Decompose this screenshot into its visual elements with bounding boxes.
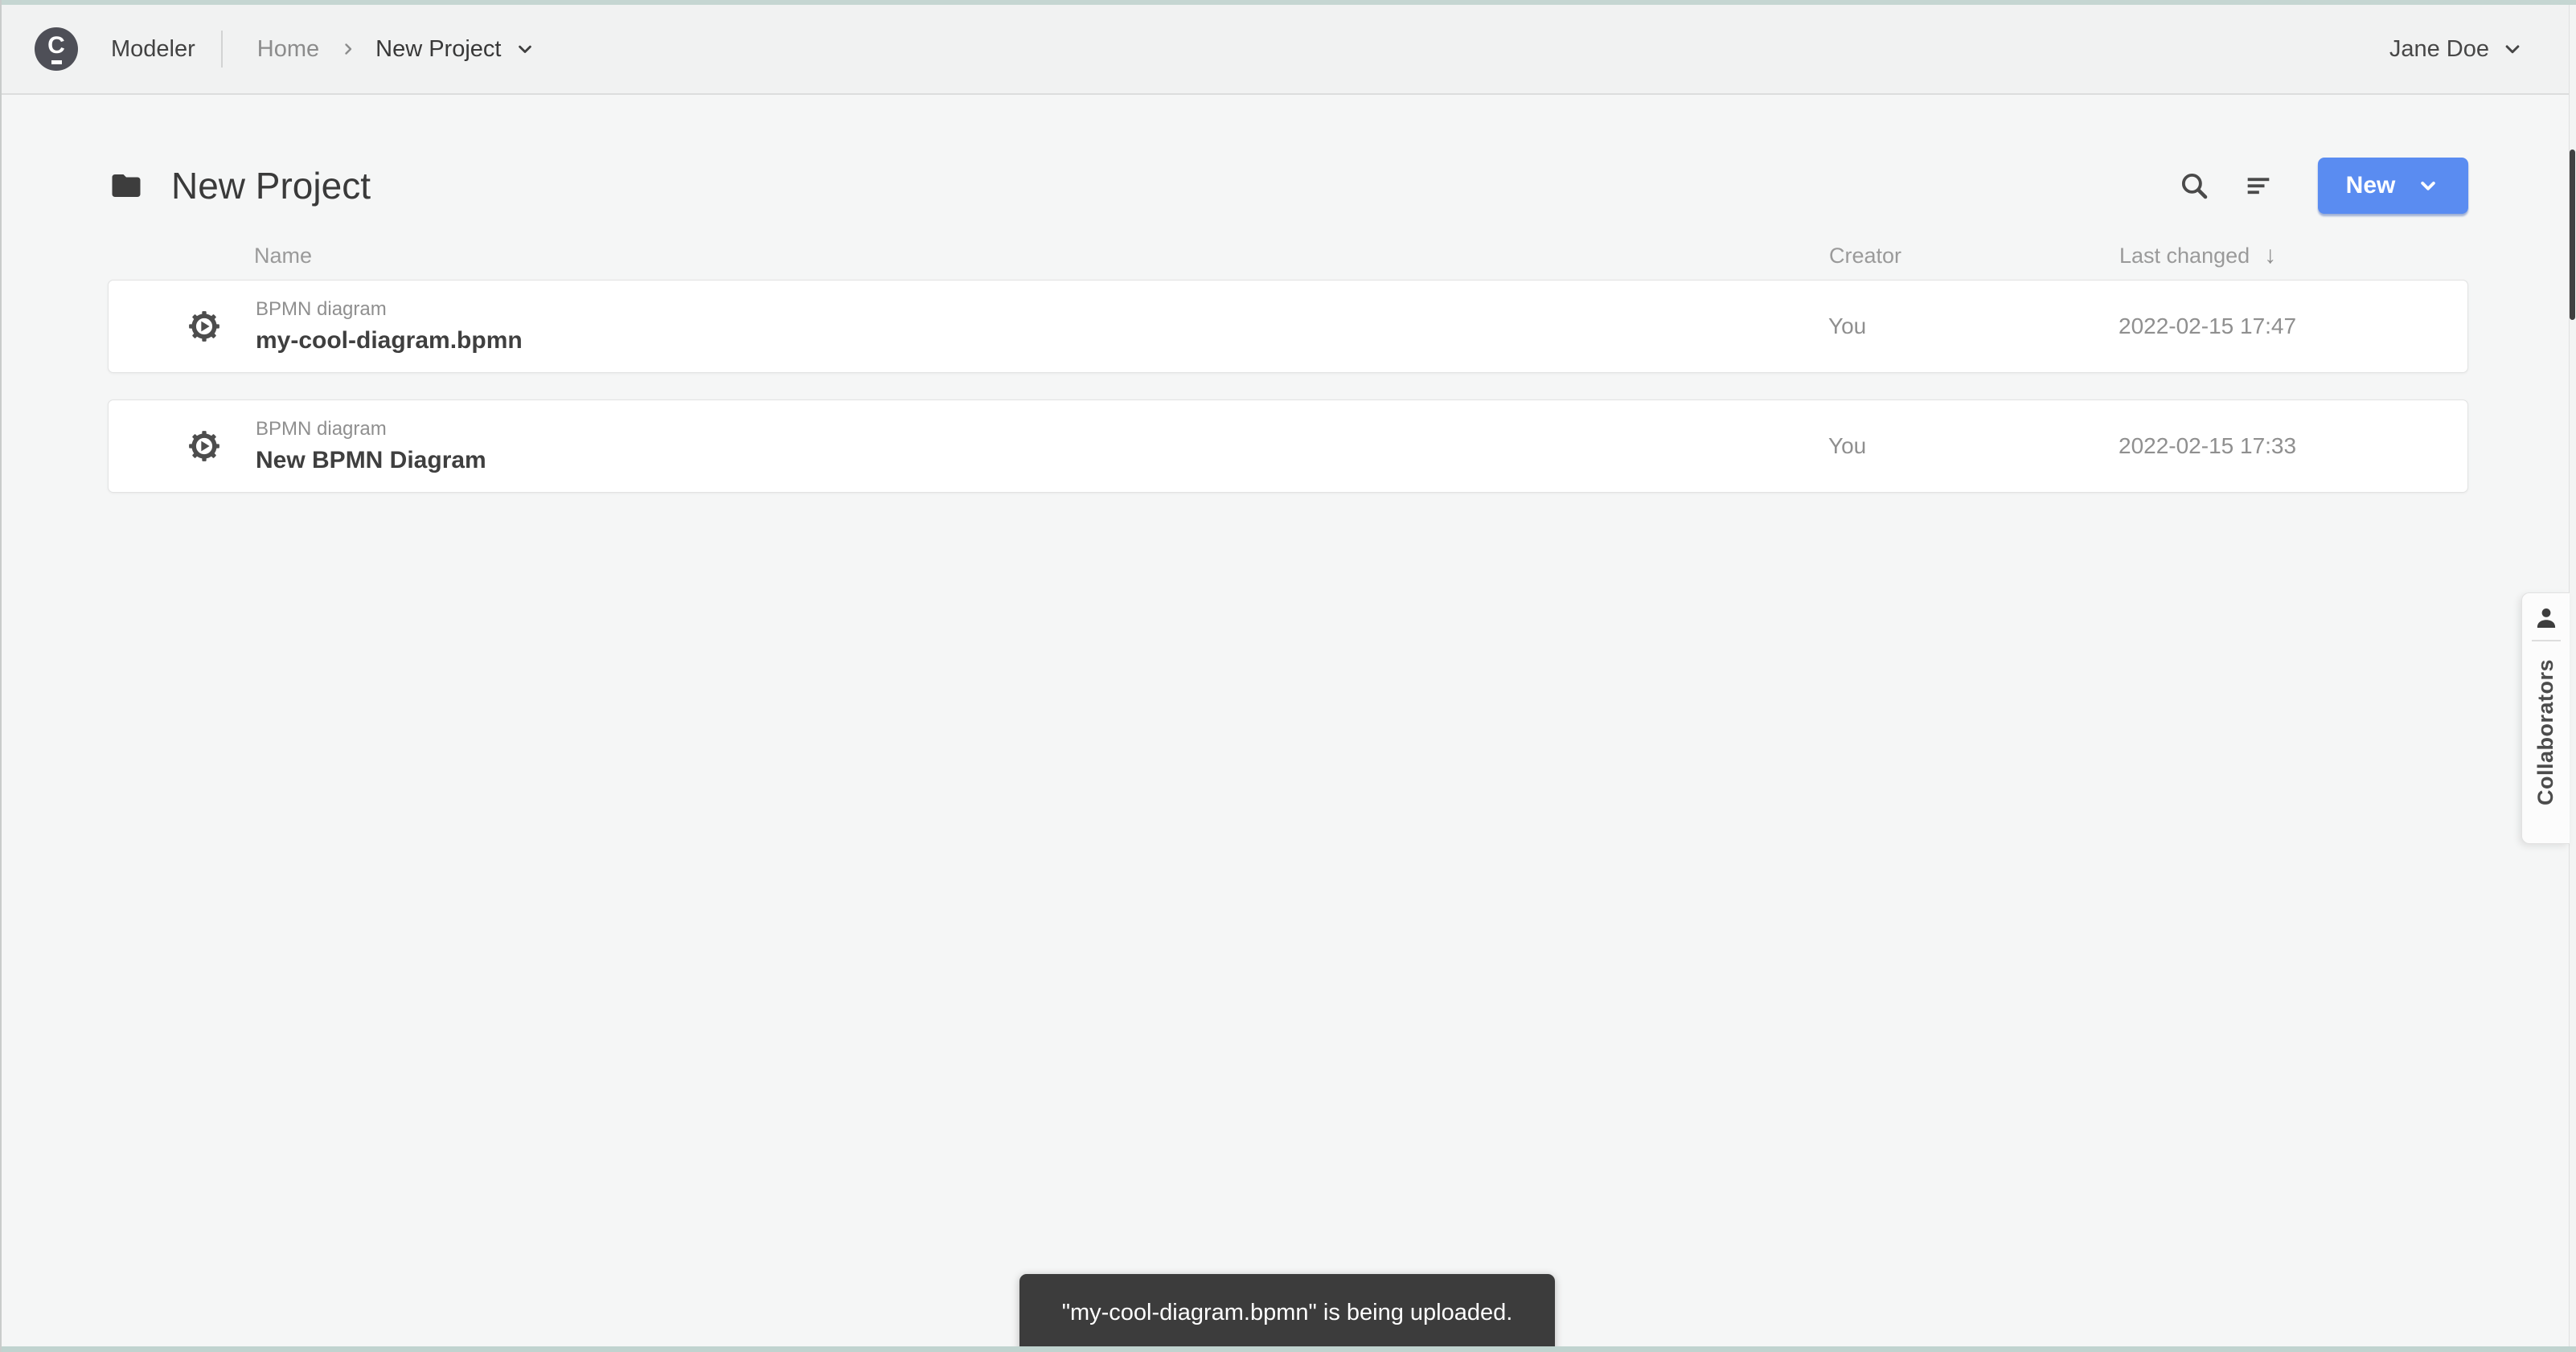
file-type-label: BPMN diagram — [256, 298, 387, 320]
last-changed-cell: 2022-02-15 17:33 — [2119, 433, 2297, 458]
collaborators-tab-divider — [2531, 640, 2561, 641]
column-header-name[interactable]: Name — [108, 244, 1829, 268]
logo-letter: C — [47, 32, 65, 59]
chevron-down-icon — [514, 38, 536, 60]
table-row[interactable]: BPMN diagram my-cool-diagram.bpmn You 20… — [108, 280, 2468, 373]
chevron-down-icon — [2500, 37, 2525, 61]
sort-descending-arrow-icon: ↓ — [2264, 242, 2277, 268]
new-button-label: New — [2345, 172, 2396, 199]
breadcrumb: Home New Project — [223, 36, 537, 63]
creator-cell: You — [1828, 313, 1867, 338]
breadcrumb-current-project[interactable]: New Project — [375, 36, 536, 63]
window-bottom-strip — [0, 1346, 2576, 1352]
app-name: Modeler — [111, 35, 195, 62]
file-name: my-cool-diagram.bpmn — [256, 327, 523, 354]
logo-underscore-bar — [51, 60, 62, 64]
scrollbar-track[interactable] — [2569, 5, 2576, 1346]
top-navigation-bar: C Modeler Home New Project Jane Doe — [0, 5, 2576, 95]
user-name: Jane Doe — [2389, 35, 2489, 62]
bpmn-diagram-icon — [187, 428, 222, 464]
file-list-header: Name Creator Last changed ↓ — [108, 231, 2468, 280]
header-actions: New — [2175, 158, 2468, 214]
upload-toast-message: "my-cool-diagram.bpmn" is being uploaded… — [1061, 1300, 1513, 1325]
camunda-logo-icon[interactable]: C — [35, 27, 78, 71]
table-row[interactable]: BPMN diagram New BPMN Diagram You 2022-0… — [108, 399, 2468, 493]
column-header-last-changed-label: Last changed — [2119, 243, 2250, 268]
collaborators-tab[interactable]: Collaborators — [2521, 592, 2570, 844]
column-header-last-changed[interactable]: Last changed ↓ — [2119, 242, 2468, 269]
collaborators-tab-label: Collaborators — [2533, 659, 2558, 806]
page-header: New Project New — [108, 158, 2468, 214]
chevron-down-icon — [2416, 174, 2440, 198]
scrollbar-thumb[interactable] — [2570, 150, 2575, 320]
person-icon — [2532, 604, 2561, 633]
chevron-right-icon — [338, 39, 358, 59]
file-type-label: BPMN diagram — [256, 418, 387, 440]
bpmn-diagram-icon — [187, 309, 222, 344]
file-name-cell: BPMN diagram my-cool-diagram.bpmn — [256, 300, 1828, 353]
page-title: New Project — [171, 165, 371, 207]
creator-cell: You — [1828, 433, 1867, 458]
project-view: New Project New Name Creator Last change… — [108, 95, 2468, 519]
sort-icon[interactable] — [2239, 166, 2278, 205]
window-top-strip — [0, 0, 2576, 5]
window-left-edge — [0, 0, 2, 1352]
folder-icon — [108, 169, 145, 203]
user-menu[interactable]: Jane Doe — [2389, 36, 2525, 63]
column-header-creator[interactable]: Creator — [1829, 244, 2119, 268]
file-name-cell: BPMN diagram New BPMN Diagram — [256, 420, 1828, 473]
breadcrumb-current-label: New Project — [375, 35, 502, 62]
search-icon[interactable] — [2175, 166, 2213, 205]
file-name: New BPMN Diagram — [256, 447, 486, 473]
upload-toast: "my-cool-diagram.bpmn" is being uploaded… — [1019, 1274, 1555, 1352]
new-button[interactable]: New — [2318, 158, 2468, 214]
breadcrumb-home-link[interactable]: Home — [257, 36, 319, 63]
last-changed-cell: 2022-02-15 17:47 — [2119, 313, 2297, 338]
